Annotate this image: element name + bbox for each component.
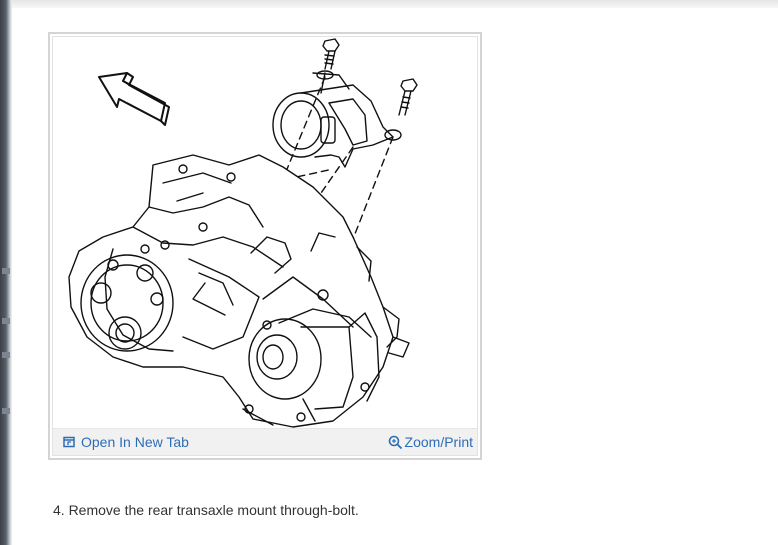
step-instruction-text: 4. Remove the rear transaxle mount throu…: [53, 502, 359, 518]
edge-marker: [2, 318, 10, 324]
open-in-new-tab-link[interactable]: Open In New Tab: [63, 434, 189, 450]
transaxle-mount-diagram[interactable]: [53, 37, 478, 432]
zoom-magnifier-icon: [388, 435, 402, 449]
figure-container: Open In New Tab Zoom/Print: [48, 32, 482, 460]
open-new-tab-icon: [63, 436, 75, 448]
open-in-new-tab-label[interactable]: Open In New Tab: [81, 434, 189, 450]
figure-caption-bar: Open In New Tab Zoom/Print: [53, 428, 477, 455]
edge-marker: [2, 408, 10, 414]
edge-marker: [2, 268, 10, 274]
figure-frame: Open In New Tab Zoom/Print: [52, 36, 478, 456]
right-bolt: [384, 78, 418, 141]
edge-marker: [2, 352, 10, 358]
top-shadow-bar: [0, 0, 778, 8]
transaxle-housing: [68, 154, 410, 428]
transaxle-mount: [272, 72, 394, 168]
left-window-edge: [0, 0, 12, 545]
direction-arrow-icon: [98, 72, 170, 126]
zoom-print-label[interactable]: Zoom/Print: [405, 434, 473, 450]
zoom-print-link[interactable]: Zoom/Print: [388, 434, 473, 450]
